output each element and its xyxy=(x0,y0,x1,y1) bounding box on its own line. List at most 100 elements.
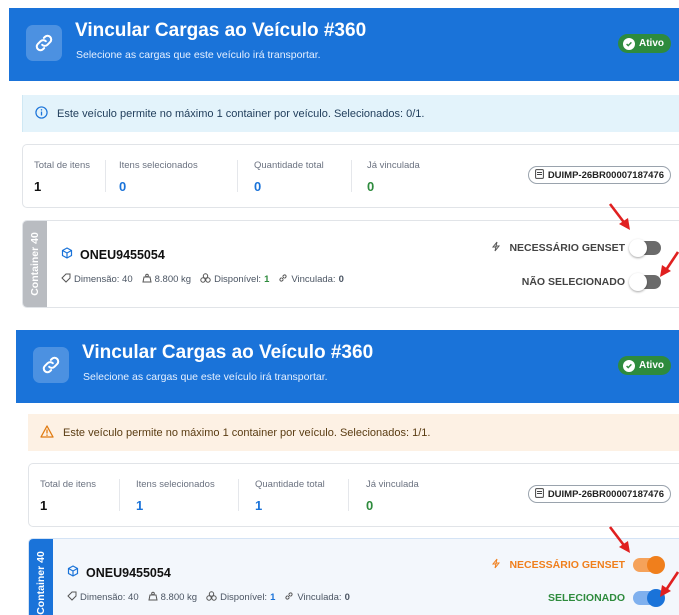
status-badge: Ativo xyxy=(618,34,671,53)
select-row: SELECIONADO xyxy=(547,589,665,607)
bolt-icon xyxy=(491,241,501,255)
stat-total: Total de itens 1 xyxy=(40,479,96,513)
link-small-icon xyxy=(284,591,294,604)
stat-selected: Itens selecionados 0 xyxy=(119,160,198,194)
tag-icon xyxy=(61,273,71,286)
container-type-label: Container 40 xyxy=(35,551,48,615)
stat-selected: Itens selecionados 1 xyxy=(136,479,215,513)
duimp-label: DUIMP-26BR00007187476 xyxy=(547,169,664,181)
stat-linked-label: Já vinculada xyxy=(367,160,420,171)
duimp-badge: DUIMP-26BR00007187476 xyxy=(527,166,671,184)
page-header: Vincular Cargas ao Veículo #360 Selecion… xyxy=(16,330,679,403)
cargo-card[interactable]: Container 40 ONEU9455054 Dimensão: 40 8.… xyxy=(28,538,679,615)
tag-icon xyxy=(67,591,77,604)
meta-available: Disponível: 1 xyxy=(200,273,269,286)
boxes-icon xyxy=(206,591,217,604)
red-arrow-icon xyxy=(608,526,630,553)
info-icon xyxy=(35,105,48,122)
stat-linked-value: 0 xyxy=(367,179,375,194)
stat-quantity-label: Quantidade total xyxy=(255,479,325,490)
stats-bar: Total de itens 1 Itens selecionados 1 Qu… xyxy=(28,463,679,527)
genset-label: NECESSÁRIO GENSET xyxy=(509,242,625,254)
meta-linked-label: Vinculada: xyxy=(291,274,336,285)
meta-dimension-text: Dimensão: 40 xyxy=(80,592,139,603)
container-id: ONEU9455054 xyxy=(80,247,165,262)
page-subtitle: Selecione as cargas que este veículo irá… xyxy=(76,49,321,61)
meta-linked-value: 0 xyxy=(344,592,350,603)
page-subtitle: Selecione as cargas que este veículo irá… xyxy=(83,371,328,383)
stat-selected-value: 0 xyxy=(119,179,127,194)
container-name: ONEU9455054 xyxy=(67,565,171,580)
select-label: SELECIONADO xyxy=(547,592,625,604)
stat-linked: Já vinculada 0 xyxy=(366,479,419,513)
stat-quantity-value: 1 xyxy=(255,498,263,513)
page-title: Vincular Cargas ao Veículo #360 xyxy=(82,342,374,363)
divider xyxy=(237,160,238,192)
duimp-label: DUIMP-26BR00007187476 xyxy=(547,488,664,500)
screenshot-after: Vincular Cargas ao Veículo #360 Selecion… xyxy=(0,330,679,615)
warning-icon xyxy=(40,424,54,441)
alert-text: Este veículo permite no máximo 1 contain… xyxy=(57,107,425,120)
meta-available-value: 1 xyxy=(270,592,276,603)
screenshot-before: Vincular Cargas ao Veículo #360 Selecion… xyxy=(0,0,679,312)
cube-icon xyxy=(61,247,73,262)
divider xyxy=(348,479,349,511)
weight-icon xyxy=(148,591,158,604)
meta-weight: 8.800 kg xyxy=(142,273,191,286)
divider xyxy=(238,479,239,511)
stat-selected-label: Itens selecionados xyxy=(119,160,198,171)
bolt-icon xyxy=(491,558,501,572)
stat-quantity: Quantidade total 0 xyxy=(254,160,324,194)
genset-row: NECESSÁRIO GENSET xyxy=(491,556,665,574)
divider xyxy=(119,479,120,511)
container-type-tag: Container 40 xyxy=(29,539,53,615)
meta-dimension-text: Dimensão: 40 xyxy=(74,274,133,285)
stat-total: Total de itens 1 xyxy=(34,160,90,194)
status-badge-label: Ativo xyxy=(639,360,664,371)
select-label: NÃO SELECIONADO xyxy=(521,276,625,288)
weight-icon xyxy=(142,273,152,286)
meta-linked-label: Vinculada: xyxy=(297,592,342,603)
meta-available-label: Disponível: xyxy=(214,274,262,285)
meta-linked-value: 0 xyxy=(338,274,344,285)
stat-linked-label: Já vinculada xyxy=(366,479,419,490)
link-small-icon xyxy=(278,273,288,286)
stat-total-value: 1 xyxy=(34,179,42,194)
container-type-label: Container 40 xyxy=(29,232,42,296)
stat-total-value: 1 xyxy=(40,498,48,513)
link-icon xyxy=(26,25,62,61)
link-icon xyxy=(33,347,69,383)
check-circle-icon xyxy=(623,37,635,50)
meta-available: Disponível: 1 xyxy=(206,591,275,604)
container-meta: Dimensão: 40 8.800 kg Disponível: 1 Vinc… xyxy=(61,273,344,286)
meta-weight: 8.800 kg xyxy=(148,591,197,604)
document-icon xyxy=(534,487,544,501)
container-id: ONEU9455054 xyxy=(86,565,171,580)
boxes-icon xyxy=(200,273,211,286)
stat-quantity-label: Quantidade total xyxy=(254,160,324,171)
container-meta: Dimensão: 40 8.800 kg Disponível: 1 Vinc… xyxy=(67,591,350,604)
stat-linked-value: 0 xyxy=(366,498,374,513)
genset-row: NECESSÁRIO GENSET xyxy=(491,239,661,257)
cube-icon xyxy=(67,565,79,580)
stat-selected-value: 1 xyxy=(136,498,144,513)
red-arrow-icon xyxy=(608,203,630,230)
page-title: Vincular Cargas ao Veículo #360 xyxy=(75,20,367,41)
status-badge-label: Ativo xyxy=(639,38,664,49)
meta-weight-text: 8.800 kg xyxy=(160,592,198,603)
meta-available-label: Disponível: xyxy=(220,592,268,603)
cargo-card[interactable]: Container 40 ONEU9455054 Dimensão: 40 8.… xyxy=(22,220,679,308)
divider xyxy=(351,160,352,192)
red-arrow-icon xyxy=(660,251,679,277)
container-type-tag: Container 40 xyxy=(23,221,47,307)
red-arrow-icon xyxy=(660,571,679,597)
status-badge: Ativo xyxy=(618,356,671,375)
container-name: ONEU9455054 xyxy=(61,247,165,262)
meta-linked: Vinculada: 0 xyxy=(278,273,344,286)
stat-quantity-value: 0 xyxy=(254,179,262,194)
meta-linked: Vinculada: 0 xyxy=(284,591,350,604)
meta-weight-text: 8.800 kg xyxy=(154,274,192,285)
stat-total-label: Total de itens xyxy=(40,479,96,490)
divider xyxy=(105,160,106,192)
meta-dimension: Dimensão: 40 xyxy=(61,273,133,286)
